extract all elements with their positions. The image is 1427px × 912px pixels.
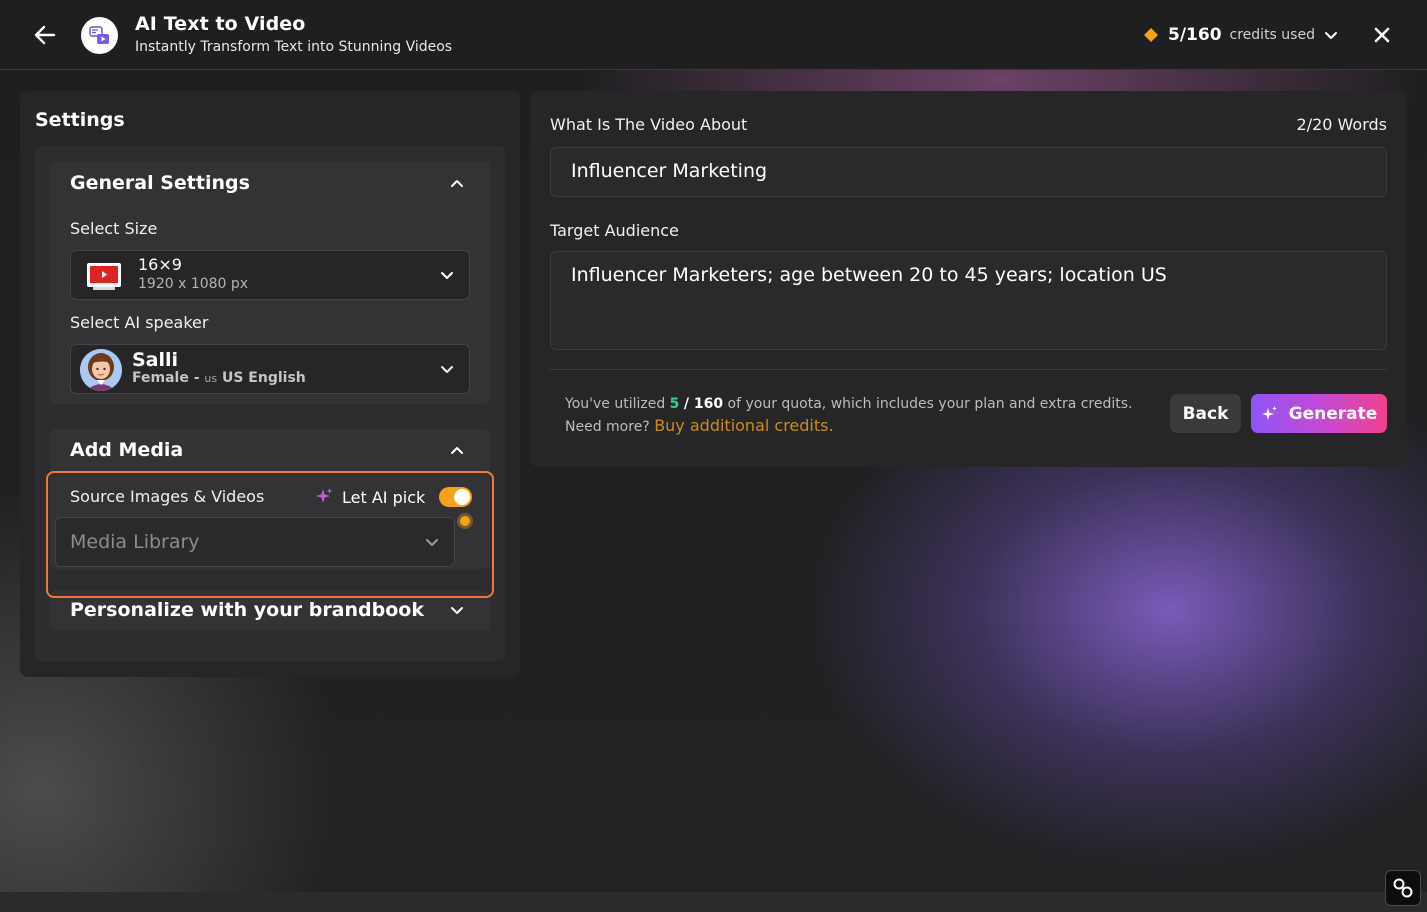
toggle-knob	[454, 489, 470, 505]
select-size-label: Select Size	[70, 219, 158, 238]
brandbook-title: Personalize with your brandbook	[70, 599, 424, 621]
source-media-label: Source Images & Videos	[70, 487, 265, 506]
quota-total: / 160	[683, 396, 724, 412]
speaker-select-chevron	[437, 360, 457, 380]
bottom-strip	[0, 892, 1427, 912]
size-select-chevron	[437, 266, 457, 286]
target-audience-value: Influencer Marketers; age between 20 to …	[571, 264, 1167, 286]
chevron-up-icon	[451, 447, 463, 454]
quota-prefix: You've utilized	[565, 396, 670, 412]
app-title: AI Text to Video	[135, 13, 306, 35]
arrow-left-icon	[34, 25, 56, 45]
credits-count: 5/160	[1168, 25, 1222, 45]
generate-label: Generate	[1288, 403, 1378, 424]
chevron-down-icon	[451, 607, 463, 614]
divider	[550, 369, 1387, 370]
app-header: AI Text to Video Instantly Transform Tex…	[0, 0, 1427, 70]
speaker-select[interactable]: Salli Female - us US English	[70, 344, 470, 394]
text-to-video-icon	[88, 25, 109, 44]
credits-label: credits used	[1229, 27, 1315, 43]
media-select-chevron	[422, 533, 442, 553]
add-media-title: Add Media	[70, 439, 184, 461]
quota-line-1: You've utilized 5 / 160 of your quota, w…	[565, 393, 1133, 415]
app-subtitle: Instantly Transform Text into Stunning V…	[135, 39, 453, 55]
close-button[interactable]	[1368, 21, 1396, 49]
sparkle-icon	[316, 488, 333, 503]
speaker-avatar-image	[80, 349, 122, 391]
quota-suffix: of your quota, which includes your plan …	[723, 396, 1133, 412]
quota-info: You've utilized 5 / 160 of your quota, w…	[565, 393, 1133, 438]
size-dimensions: 1920 x 1080 px	[138, 276, 249, 292]
generate-button[interactable]: Generate	[1251, 394, 1387, 433]
video-about-input[interactable]: Influencer Marketing	[550, 147, 1387, 197]
link-icon	[1393, 878, 1413, 898]
speaker-avatar	[80, 349, 122, 391]
quota-line-2: Need more? Buy additional credits.	[565, 415, 1133, 438]
word-count: 2/20 Words	[1296, 115, 1387, 134]
buy-credits-link[interactable]: Buy additional credits.	[654, 416, 833, 435]
back-button[interactable]: Back	[1170, 394, 1241, 433]
video-details-panel: What Is The Video About 2/20 Words Influ…	[530, 91, 1407, 467]
speaker-details: Female - us US English	[132, 370, 306, 386]
settings-panel: Settings General Settings Select Size 16…	[20, 91, 520, 677]
speaker-gender: Female -	[132, 370, 205, 386]
add-media-collapse[interactable]	[447, 440, 467, 460]
video-about-value: Influencer Marketing	[571, 160, 768, 182]
chevron-down-icon	[1324, 32, 1337, 39]
diamond-icon	[1144, 28, 1158, 42]
us-flag-icon: us	[204, 372, 218, 385]
speaker-name: Salli	[132, 349, 179, 371]
quota-used: 5	[669, 396, 680, 412]
chevron-down-icon	[426, 539, 438, 546]
cursor-indicator	[457, 513, 473, 529]
target-audience-input[interactable]: Influencer Marketers; age between 20 to …	[550, 251, 1387, 350]
chevron-up-icon	[451, 180, 463, 187]
youtube-thumbnail-icon	[87, 263, 121, 290]
back-arrow-button[interactable]	[30, 20, 60, 50]
target-audience-label: Target Audience	[550, 221, 679, 240]
quota-more: Need more?	[565, 419, 655, 435]
general-settings-title: General Settings	[70, 172, 250, 194]
video-about-label: What Is The Video About	[550, 115, 748, 134]
chevron-down-icon	[441, 366, 453, 373]
ai-pick-label-group: Let AI pick	[314, 487, 425, 507]
settings-title: Settings	[35, 109, 125, 131]
link-widget-button[interactable]	[1385, 870, 1421, 906]
sparkle-icon	[1261, 405, 1277, 420]
general-settings-card: General Settings Select Size 16×9 1920 x…	[50, 161, 490, 404]
chevron-down-icon	[441, 272, 453, 279]
select-speaker-label: Select AI speaker	[70, 313, 209, 332]
general-settings-collapse[interactable]	[447, 173, 467, 193]
credits-dropdown[interactable]: 5/160 credits used	[1142, 22, 1339, 48]
size-select[interactable]: 16×9 1920 x 1080 px	[70, 250, 470, 300]
close-icon	[1374, 27, 1390, 43]
ai-pick-toggle[interactable]	[439, 487, 472, 507]
app-logo	[81, 17, 118, 54]
brandbook-expand[interactable]	[447, 601, 467, 621]
ai-pick-label: Let AI pick	[342, 487, 426, 507]
speaker-language: US English	[217, 370, 306, 386]
media-library-placeholder: Media Library	[70, 531, 200, 553]
media-library-select[interactable]: Media Library	[55, 517, 455, 567]
size-value: 16×9	[138, 255, 182, 274]
